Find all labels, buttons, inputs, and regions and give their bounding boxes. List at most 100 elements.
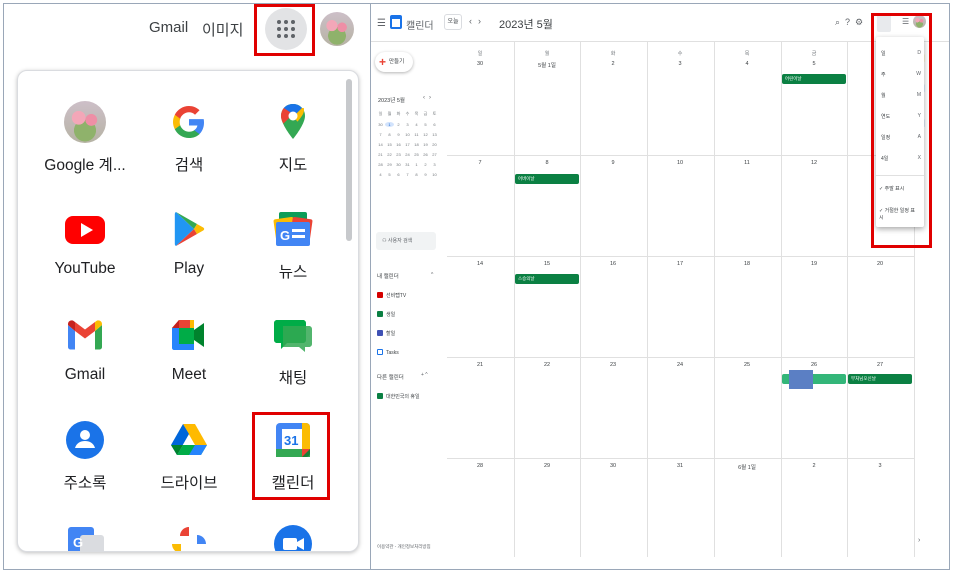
- mini-day[interactable]: 17: [403, 142, 412, 147]
- mini-day[interactable]: 9: [394, 132, 403, 137]
- mini-calendar-nav[interactable]: ‹›: [423, 95, 435, 101]
- day-number[interactable]: 17: [647, 261, 713, 267]
- mini-day[interactable]: 30: [376, 122, 385, 127]
- mini-day[interactable]: 8: [385, 132, 394, 137]
- calendar-event[interactable]: 스승의날: [515, 274, 579, 284]
- add-calendar-icon[interactable]: + ^: [421, 372, 428, 378]
- mini-day[interactable]: 4: [376, 172, 385, 177]
- app-maps[interactable]: 지도: [241, 101, 345, 175]
- app-contacts[interactable]: 주소록: [33, 419, 137, 493]
- mini-day[interactable]: 15: [385, 142, 394, 147]
- mini-day[interactable]: 25: [412, 152, 421, 157]
- app-search[interactable]: 검색: [137, 101, 241, 175]
- calendar-item[interactable]: 대한민국의 휴일: [377, 393, 420, 400]
- mini-day[interactable]: 11: [412, 132, 421, 137]
- search-people-input[interactable]: ⚇ 사용자 검색: [376, 232, 436, 250]
- day-number[interactable]: 29: [514, 463, 580, 469]
- day-number[interactable]: 20: [847, 261, 913, 267]
- my-calendars-title[interactable]: 내 캘린더: [377, 272, 399, 280]
- day-number[interactable]: 6월 1일: [714, 463, 780, 471]
- search-help-settings-icons[interactable]: ⌕?⚙: [835, 17, 868, 28]
- day-number[interactable]: 25: [714, 362, 780, 368]
- day-number[interactable]: 2: [781, 463, 847, 469]
- day-number[interactable]: 19: [781, 261, 847, 267]
- day-number[interactable]: 14: [447, 261, 513, 267]
- mini-day[interactable]: 16: [394, 142, 403, 147]
- mini-day[interactable]: 21: [376, 152, 385, 157]
- mini-day[interactable]: 23: [394, 152, 403, 157]
- day-number[interactable]: 23: [580, 362, 646, 368]
- app-meet[interactable]: Meet: [137, 314, 241, 384]
- day-number[interactable]: 11: [714, 160, 780, 166]
- chevron-right-icon[interactable]: ›: [918, 537, 920, 544]
- mini-day[interactable]: 6: [394, 172, 403, 177]
- calendar-event[interactable]: 어버이날: [515, 174, 579, 184]
- day-number[interactable]: 12: [781, 160, 847, 166]
- mini-day[interactable]: 24: [403, 152, 412, 157]
- mini-day[interactable]: 19: [421, 142, 430, 147]
- mini-day[interactable]: 30: [394, 162, 403, 167]
- app-photos-partial[interactable]: [137, 523, 241, 551]
- calendar-item[interactable]: 할일: [377, 330, 395, 337]
- mini-day[interactable]: 13: [430, 132, 439, 137]
- day-number[interactable]: 31: [647, 463, 713, 469]
- mini-day[interactable]: 14: [376, 142, 385, 147]
- day-number[interactable]: 16: [580, 261, 646, 267]
- mini-day[interactable]: 31: [403, 162, 412, 167]
- launcher-scrollbar[interactable]: [346, 79, 352, 241]
- mini-day[interactable]: 9: [421, 172, 430, 177]
- app-gmail[interactable]: Gmail: [33, 314, 137, 384]
- mini-day[interactable]: 26: [421, 152, 430, 157]
- calendar-event[interactable]: 어린이날: [782, 74, 846, 84]
- day-number[interactable]: 3: [647, 61, 713, 67]
- day-number[interactable]: 5월 1일: [514, 61, 580, 69]
- mini-day[interactable]: 2: [421, 162, 430, 167]
- mini-day[interactable]: 22: [385, 152, 394, 157]
- mini-day[interactable]: 2: [394, 122, 403, 127]
- day-number[interactable]: 10: [647, 160, 713, 166]
- day-number[interactable]: 4: [714, 61, 780, 67]
- mini-day[interactable]: 20: [430, 142, 439, 147]
- day-number[interactable]: 26: [781, 362, 847, 368]
- checkbox-icon[interactable]: [377, 393, 383, 399]
- app-google-account[interactable]: Google 계...: [33, 101, 137, 175]
- checkbox-icon[interactable]: [377, 349, 383, 355]
- gmail-link[interactable]: Gmail: [149, 19, 188, 36]
- day-number[interactable]: 30: [447, 61, 513, 67]
- app-chat[interactable]: 채팅: [241, 314, 345, 388]
- mini-day[interactable]: 10: [403, 132, 412, 137]
- calendar-item[interactable]: Tasks: [377, 349, 399, 356]
- mini-day[interactable]: 28: [376, 162, 385, 167]
- mini-day[interactable]: 7: [376, 132, 385, 137]
- app-youtube[interactable]: YouTube: [33, 208, 137, 278]
- create-button[interactable]: + 만들기: [375, 52, 413, 72]
- checkbox-icon[interactable]: [377, 311, 383, 317]
- mini-day[interactable]: 8: [412, 172, 421, 177]
- day-number[interactable]: 30: [580, 463, 646, 469]
- images-link[interactable]: 이미지: [202, 19, 243, 40]
- day-number[interactable]: 7: [447, 160, 513, 166]
- day-number[interactable]: 27: [847, 362, 913, 368]
- checkbox-icon[interactable]: [377, 292, 383, 298]
- mini-day[interactable]: 1: [385, 122, 394, 127]
- mini-day[interactable]: 12: [421, 132, 430, 137]
- mini-day[interactable]: 27: [430, 152, 439, 157]
- mini-day[interactable]: 3: [403, 122, 412, 127]
- terms-footer[interactable]: 이용약관 - 개인정보처리방침: [377, 544, 431, 550]
- mini-day[interactable]: 1: [412, 162, 421, 167]
- mini-day[interactable]: 5: [421, 122, 430, 127]
- mini-day[interactable]: 18: [412, 142, 421, 147]
- chevron-up-icon[interactable]: ^: [431, 272, 433, 278]
- mini-day[interactable]: 3: [430, 162, 439, 167]
- app-duo-partial[interactable]: [241, 523, 345, 551]
- day-number[interactable]: 28: [447, 463, 513, 469]
- app-drive[interactable]: 드라이브: [137, 419, 241, 493]
- prev-next-arrows[interactable]: ‹›: [469, 16, 487, 26]
- day-number[interactable]: 15: [514, 261, 580, 267]
- day-number[interactable]: 9: [580, 160, 646, 166]
- mini-day[interactable]: 7: [403, 172, 412, 177]
- app-play[interactable]: Play: [137, 208, 241, 278]
- app-news[interactable]: G 뉴스: [241, 208, 345, 282]
- mini-calendar-grid[interactable]: 일 월 화 수 목 금 토 30 1 2 3 4 5 6 7 8 9 10 11 12 13 14 15 16 17 18 19 20…: [376, 111, 439, 177]
- today-button[interactable]: 오늘: [444, 14, 462, 30]
